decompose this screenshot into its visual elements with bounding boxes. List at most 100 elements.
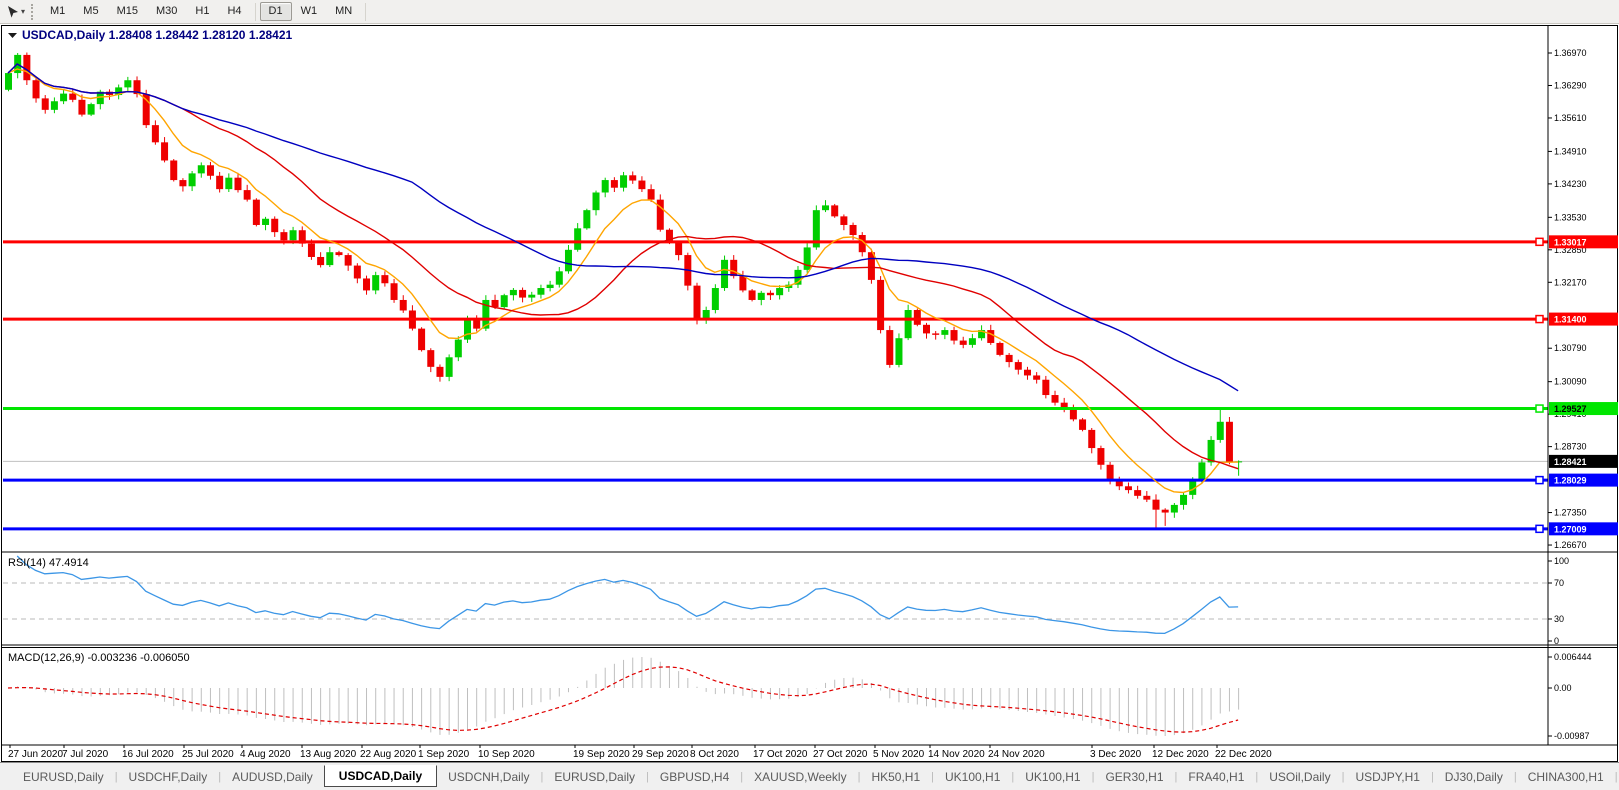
tab-fra40-h1[interactable]: FRA40,H1	[1177, 767, 1255, 787]
svg-text:1.32170: 1.32170	[1554, 277, 1587, 287]
chart-title: USDCAD,Daily 1.28408 1.28442 1.28120 1.2…	[22, 28, 293, 42]
svg-text:1.34910: 1.34910	[1554, 146, 1587, 156]
svg-text:0.006444: 0.006444	[1554, 652, 1592, 662]
svg-text:22 Aug 2020: 22 Aug 2020	[360, 749, 417, 760]
svg-text:29 Sep 2020: 29 Sep 2020	[632, 749, 689, 760]
tab-usdcnh-daily[interactable]: USDCNH,Daily	[437, 767, 540, 787]
rsi-panel	[3, 555, 1548, 635]
timeframe-button-w1[interactable]: W1	[292, 2, 327, 21]
rsi-axis-labels: 100 70 30 0	[1548, 556, 1569, 646]
svg-text:7 Jul 2020: 7 Jul 2020	[62, 749, 109, 760]
h-line-handle[interactable]	[1535, 475, 1544, 485]
svg-text:70: 70	[1554, 578, 1564, 588]
tab-hk50-h1[interactable]: HK50,H1	[860, 767, 931, 787]
svg-text:12 Dec 2020: 12 Dec 2020	[1152, 749, 1209, 760]
svg-text:1.27009: 1.27009	[1554, 524, 1587, 534]
svg-text:13 Aug 2020: 13 Aug 2020	[300, 749, 357, 760]
svg-text:1.28029: 1.28029	[1554, 476, 1587, 486]
chart-title-collapse-icon[interactable]	[8, 33, 17, 38]
timeframe-button-h1[interactable]: H1	[186, 2, 218, 21]
svg-text:27 Jun 2020: 27 Jun 2020	[8, 749, 63, 760]
timeframe-button-mn[interactable]: MN	[326, 2, 361, 21]
toolbar-grip[interactable]	[31, 3, 36, 20]
svg-text:10 Sep 2020: 10 Sep 2020	[478, 749, 535, 760]
svg-text:1.35610: 1.35610	[1554, 113, 1587, 123]
svg-text:0: 0	[1554, 636, 1559, 646]
svg-text:22 Dec 2020: 22 Dec 2020	[1215, 749, 1272, 760]
timeframe-button-m1[interactable]: M1	[41, 2, 74, 21]
svg-text:24 Nov 2020: 24 Nov 2020	[988, 749, 1045, 760]
svg-text:1.30090: 1.30090	[1554, 377, 1587, 387]
svg-text:1.36970: 1.36970	[1554, 48, 1587, 58]
tab-usdchf-daily[interactable]: USDCHF,Daily	[118, 767, 219, 787]
tab-usoil-daily[interactable]: USOil,Daily	[1258, 767, 1341, 787]
chart-canvas[interactable]: 1.36970 1.36290 1.35610 1.34910 1.34230 1.335…	[0, 25, 1619, 762]
tab-usdjpy-h1[interactable]: USDJPY,H1	[1344, 767, 1430, 787]
main-price-panel	[3, 52, 1548, 534]
macd-panel	[7, 657, 1240, 736]
svg-text:1.28730: 1.28730	[1554, 442, 1587, 452]
tab-china300-h1[interactable]: CHINA300,H1	[1517, 767, 1615, 787]
svg-text:27 Oct 2020: 27 Oct 2020	[813, 749, 868, 760]
chevron-down-icon: ▾	[21, 7, 26, 16]
timeframe-button-m15[interactable]: M15	[108, 2, 147, 21]
svg-text:1.30790: 1.30790	[1554, 343, 1587, 353]
svg-text:1.26670: 1.26670	[1554, 540, 1587, 550]
svg-text:100: 100	[1554, 556, 1569, 566]
ma-fast-line	[7, 68, 1239, 494]
svg-text:14 Nov 2020: 14 Nov 2020	[928, 749, 985, 760]
svg-text:17 Oct 2020: 17 Oct 2020	[753, 749, 808, 760]
svg-text:-0.00987: -0.00987	[1554, 731, 1590, 741]
timeframe-button-h4[interactable]: H4	[218, 2, 250, 21]
timeframe-button-m30[interactable]: M30	[147, 2, 186, 21]
svg-text:25 Jul 2020: 25 Jul 2020	[182, 749, 234, 760]
svg-text:1.36290: 1.36290	[1554, 80, 1587, 90]
tab-gbpusd-h4[interactable]: GBPUSD,H4	[649, 767, 740, 787]
tab-uk100-h1[interactable]: UK100,H1	[1014, 767, 1091, 787]
toolbar-separator	[254, 2, 256, 21]
h-line-handle[interactable]	[1535, 237, 1544, 247]
ma-slow-line	[7, 63, 1239, 392]
timeframe-button-m5[interactable]: M5	[74, 2, 107, 21]
chart-window-border	[1, 25, 1618, 762]
time-axis[interactable]: 27 Jun 20207 Jul 2020 16 Jul 2020 25 Jul 2…	[8, 745, 1272, 760]
tab-usdcad-daily[interactable]: USDCAD,Daily	[323, 764, 438, 787]
svg-text:1 Sep 2020: 1 Sep 2020	[418, 749, 470, 760]
h-line-handle[interactable]	[1535, 404, 1544, 413]
tab-audusd-daily[interactable]: AUDUSD,Daily	[221, 767, 324, 787]
tab-xauusd-weekly[interactable]: XAUUSD,Weekly	[743, 767, 857, 787]
svg-text:8 Oct 2020: 8 Oct 2020	[690, 749, 739, 760]
svg-text:1.33530: 1.33530	[1554, 212, 1587, 222]
svg-text:1.31400: 1.31400	[1554, 315, 1587, 325]
svg-text:0.00: 0.00	[1554, 683, 1572, 693]
h-line-handle[interactable]	[1535, 314, 1544, 324]
svg-text:16 Jul 2020: 16 Jul 2020	[122, 749, 174, 760]
svg-text:1.34230: 1.34230	[1554, 179, 1587, 189]
svg-text:4 Aug 2020: 4 Aug 2020	[240, 749, 291, 760]
h-line-handle[interactable]	[1535, 524, 1544, 534]
rsi-indicator-label: RSI(14) 47.4914	[8, 557, 89, 569]
svg-text:1.33017: 1.33017	[1554, 237, 1587, 247]
macd-axis-labels: 0.006444 0.00 -0.00987	[1548, 652, 1592, 741]
pointer-icon	[8, 5, 18, 18]
candles-layer	[5, 52, 1243, 529]
tab-eurusd-daily[interactable]: EURUSD,Daily	[543, 767, 646, 787]
pointer-tool-button[interactable]: ▾	[3, 3, 28, 21]
symbol-tab-bar: EURUSD,Daily | USDCHF,Daily | AUDUSD,Daily US…	[0, 762, 1619, 790]
tab-uk100-h1[interactable]: UK100,H1	[934, 767, 1011, 787]
tab-ger30-h1[interactable]: GER30,H1	[1094, 767, 1174, 787]
svg-text:30: 30	[1554, 614, 1564, 624]
macd-indicator-label: MACD(12,26,9) -0.003236 -0.006050	[8, 652, 190, 664]
price-axis-labels: 1.36970 1.36290 1.35610 1.34910 1.34230 1.335…	[1548, 48, 1618, 550]
svg-text:19 Sep 2020: 19 Sep 2020	[573, 749, 630, 760]
tab-eurusd-daily[interactable]: EURUSD,Daily	[12, 767, 115, 787]
svg-text:5 Nov 2020: 5 Nov 2020	[873, 749, 925, 760]
timeframe-toolbar: ▾ M1 M5 M15 M30 H1 H4 D1 W1 MN	[0, 0, 1619, 24]
timeframe-button-d1[interactable]: D1	[259, 2, 292, 21]
toolbar-separator	[365, 2, 367, 21]
svg-text:1.27350: 1.27350	[1554, 508, 1587, 518]
svg-text:3 Dec 2020: 3 Dec 2020	[1090, 749, 1142, 760]
rsi-line	[16, 555, 1239, 635]
svg-text:1.29527: 1.29527	[1554, 404, 1587, 414]
tab-dj30-daily[interactable]: DJ30,Daily	[1434, 767, 1514, 787]
